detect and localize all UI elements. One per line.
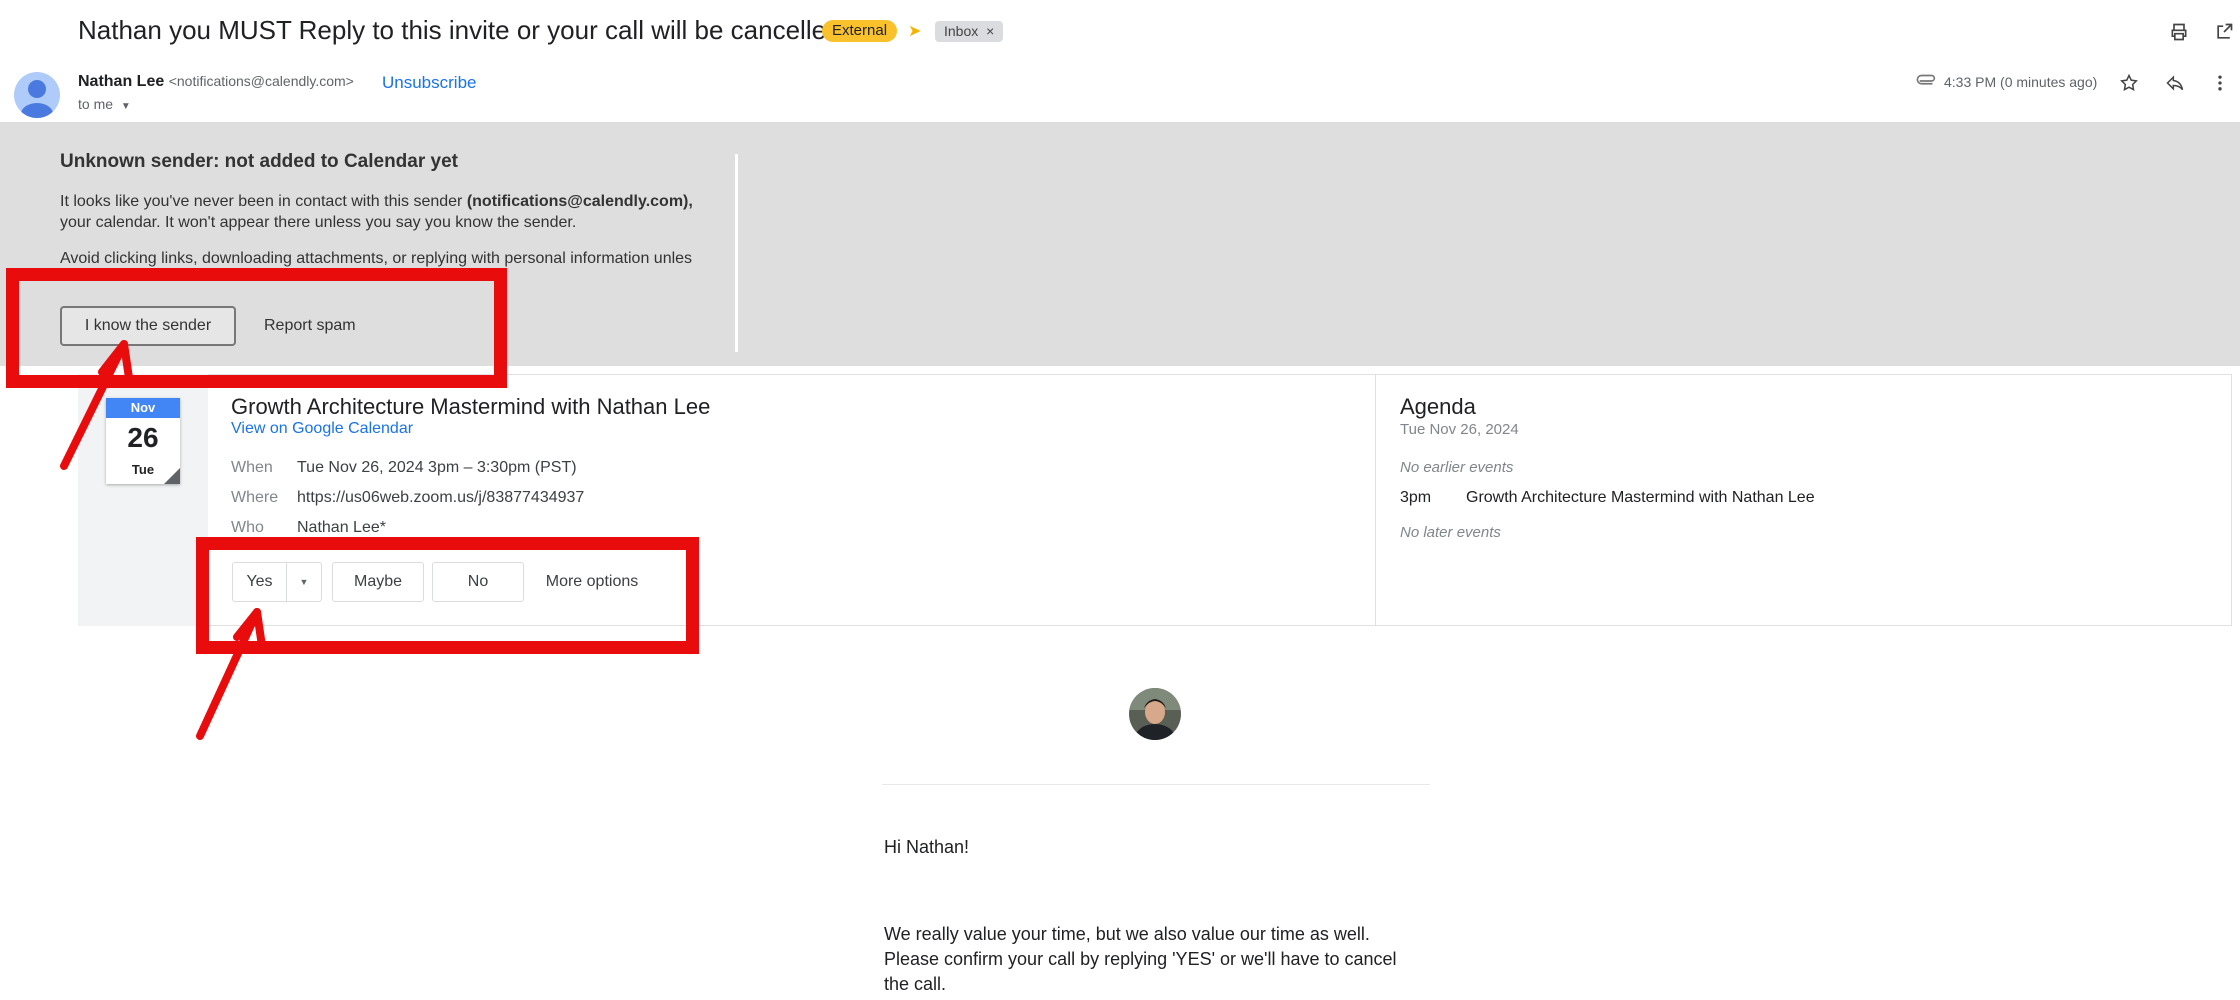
- annotation-arrows: [60, 340, 266, 740]
- body-line-1: We really value your time, but we also v…: [884, 924, 1370, 944]
- arrow-to-know-button: [60, 340, 128, 470]
- body-greeting: Hi Nathan!: [884, 837, 970, 857]
- body-divider: [882, 784, 1430, 785]
- body-line-2: Please confirm your call by replying 'YE…: [884, 949, 1397, 969]
- arrow-head-know: [98, 340, 133, 382]
- arrow-to-yes-button: [196, 608, 261, 740]
- body-line-3: the call.: [884, 974, 947, 994]
- sender-profile-photo: [1129, 688, 1181, 740]
